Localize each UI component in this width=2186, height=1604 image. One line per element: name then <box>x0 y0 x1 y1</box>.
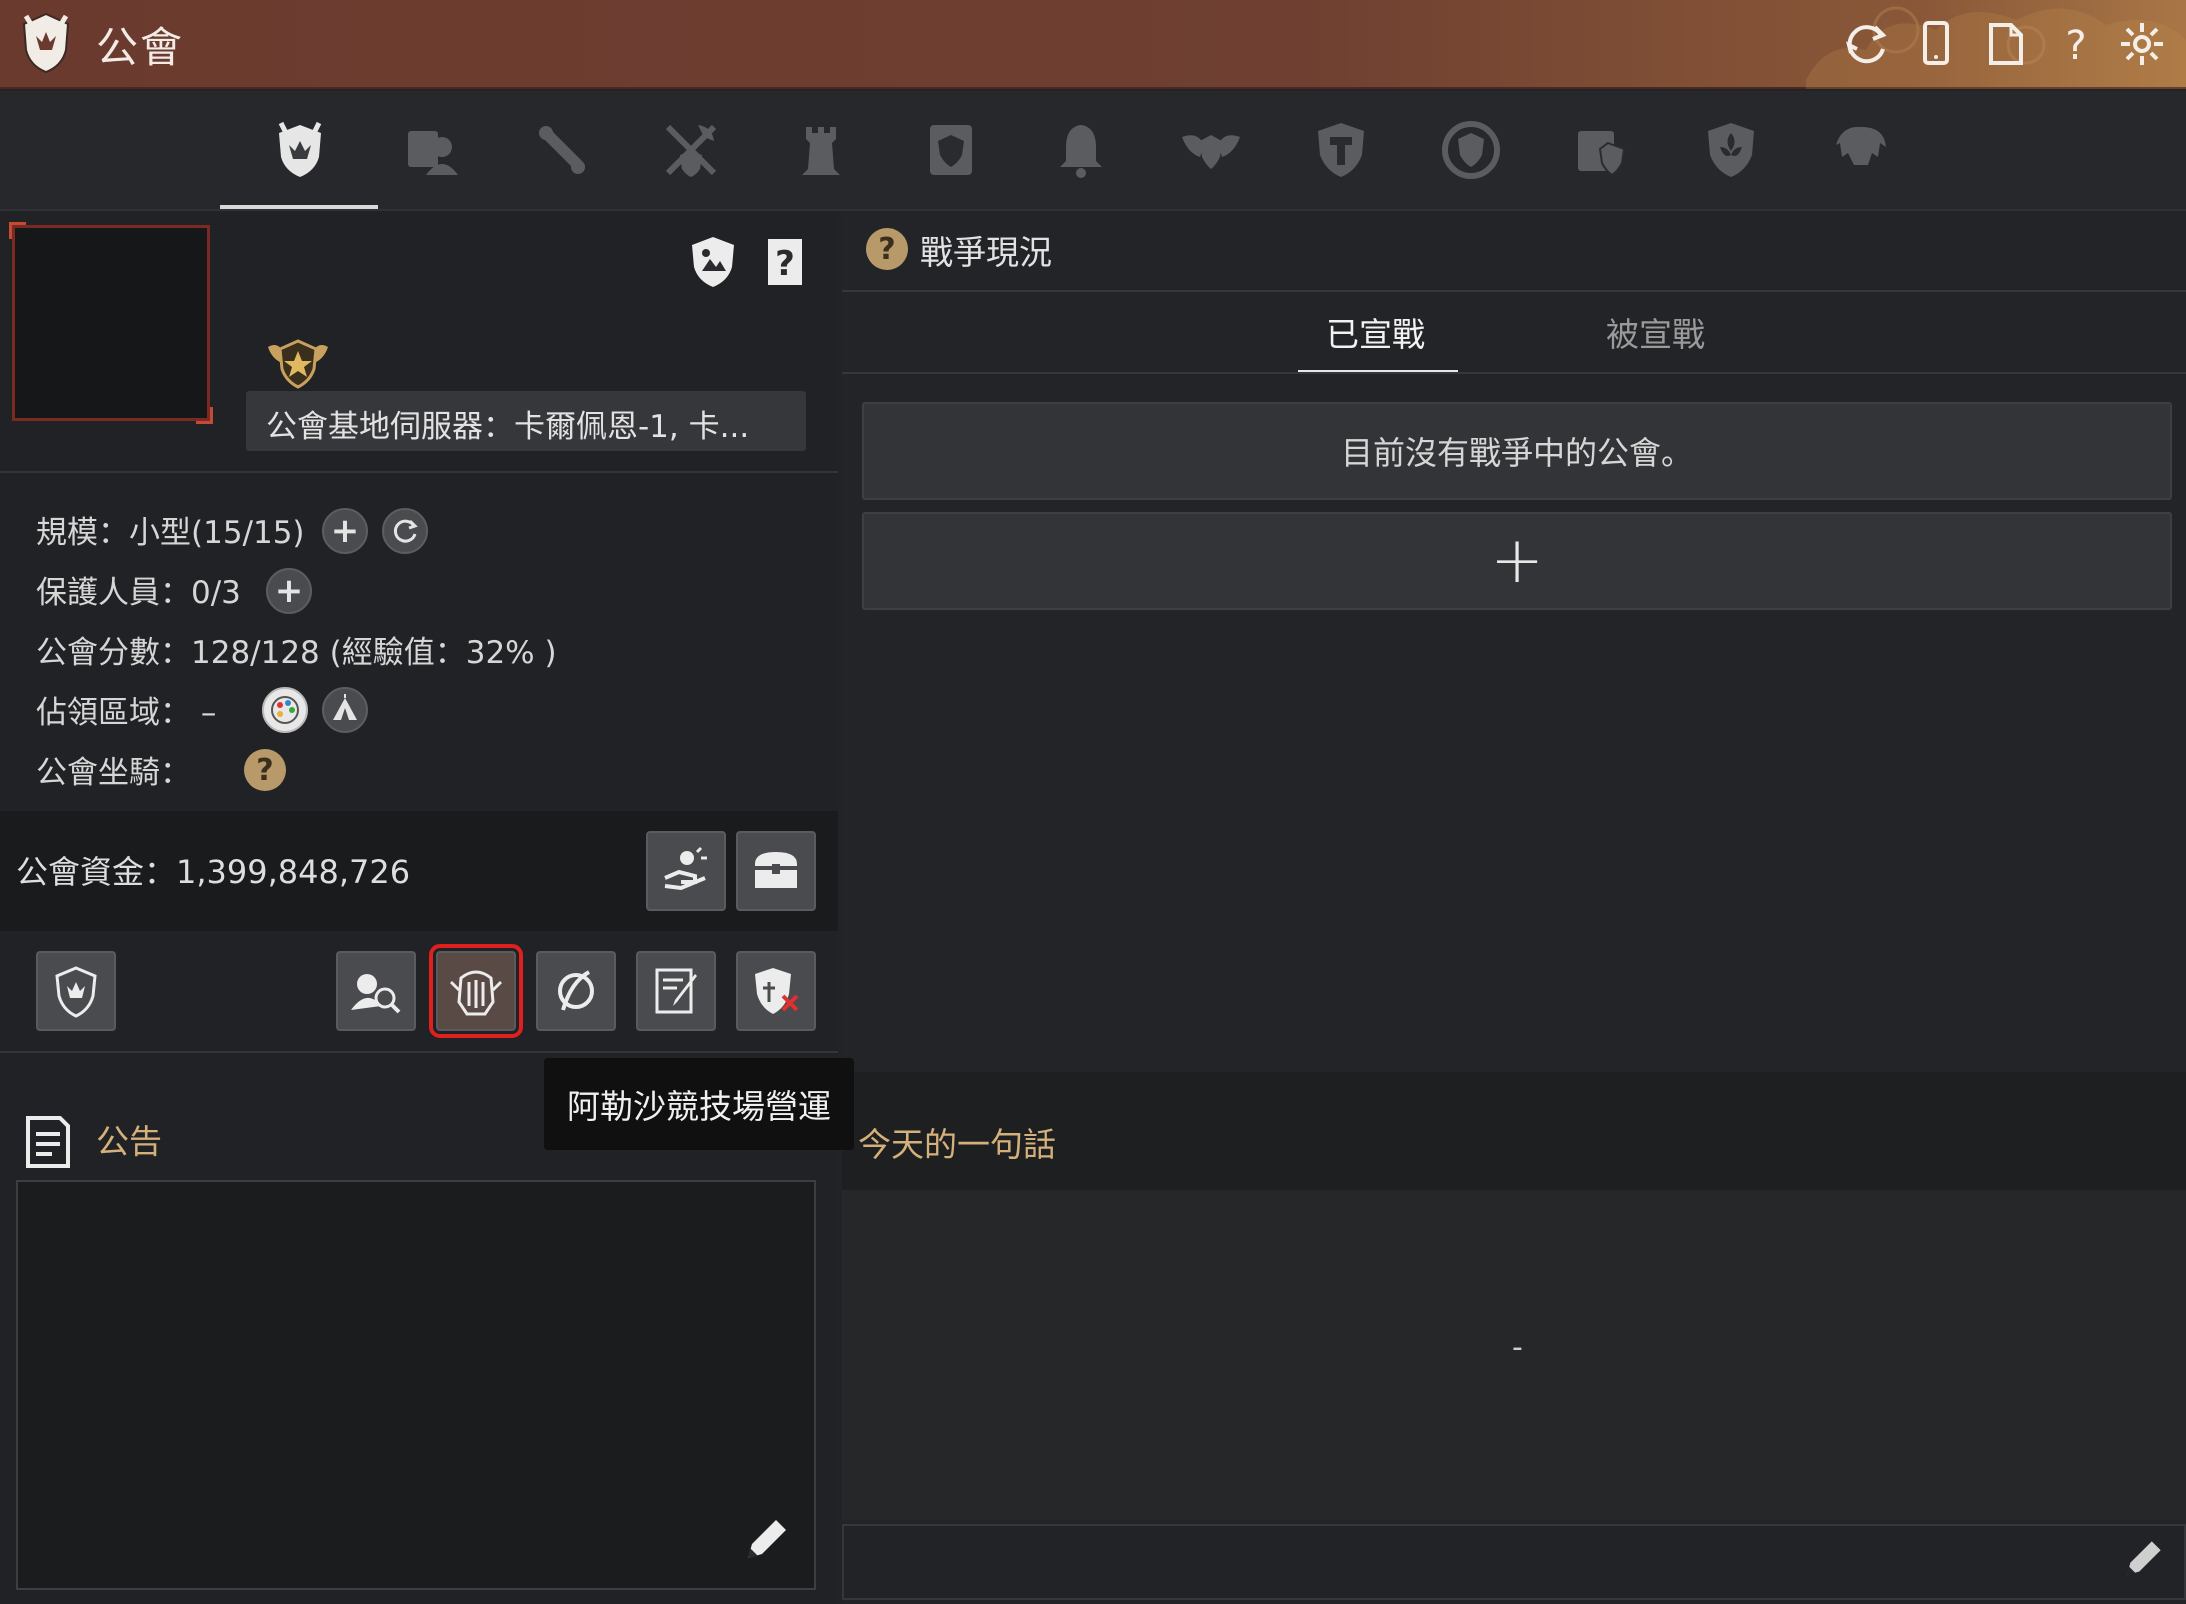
guild-protectors: 保護人員：0/3 <box>36 575 241 611</box>
guild-territory: 佔領區域： – <box>36 695 217 731</box>
tab-guild-notice[interactable] <box>912 111 990 189</box>
tab-guild-lily[interactable] <box>1692 111 1770 189</box>
tab-guild-war[interactable] <box>652 111 730 189</box>
guild-shield-icon <box>55 966 97 1018</box>
fleur-shield-icon <box>1708 123 1754 177</box>
tab-guild-emblem[interactable] <box>1432 111 1510 189</box>
camp-button[interactable] <box>322 687 368 733</box>
notice-scroll-icon <box>930 125 972 175</box>
quest-scroll-icon <box>539 126 585 174</box>
guild-shield-icon <box>278 121 322 177</box>
help-button[interactable]: ? <box>2046 14 2106 74</box>
contract-sign-icon <box>655 968 697 1014</box>
mercenary-icon <box>1836 126 1886 165</box>
mount-help-icon[interactable]: ? <box>244 749 286 791</box>
title-bar: 公會 ? <box>0 0 2186 89</box>
no-war-message: 目前沒有戰爭中的公會。 <box>862 402 2172 500</box>
help-icon: ? <box>2065 23 2086 69</box>
tab-guild-members[interactable] <box>392 111 470 189</box>
guild-emblem-button[interactable] <box>36 951 116 1031</box>
mobile-icon <box>1923 21 1949 65</box>
motto-title: 今天的一句話 <box>858 1125 1056 1164</box>
palette-icon <box>271 696 299 724</box>
notice-content <box>16 1180 816 1590</box>
divider <box>842 372 2186 374</box>
mobile-button[interactable] <box>1906 14 1966 74</box>
edit-notice-pencil-icon[interactable] <box>738 1514 792 1568</box>
arena-helmet-icon <box>449 970 503 1016</box>
svg-text:?: ? <box>775 244 795 284</box>
arena-tooltip: 阿勒沙競技場營運 <box>544 1058 854 1150</box>
page-icon <box>1989 23 2023 65</box>
tab-declared-war[interactable]: 已宣戰 <box>1326 308 1425 356</box>
notice-document-icon <box>26 1116 70 1168</box>
guild-tab-bar <box>0 91 2186 211</box>
refresh-scale-button[interactable] <box>382 508 428 554</box>
records-scroll-icon <box>1578 131 1626 177</box>
hammer-shield-icon <box>1318 123 1364 177</box>
guild-scale: 規模：小型(15/15) <box>36 515 305 551</box>
star-rank-icon <box>268 339 328 389</box>
declare-war-button[interactable]: + <box>862 512 2172 610</box>
motto-input-field[interactable] <box>842 1524 2186 1600</box>
guild-score: 公會分數：128/128 (經驗值：32% ) <box>36 635 557 671</box>
guild-mount: 公會坐騎： <box>36 755 191 791</box>
window-title: 公會 <box>96 23 185 72</box>
tab-received-war[interactable]: 被宣戰 <box>1606 308 1705 356</box>
settings-icon <box>2121 23 2163 65</box>
tab-guild-quest[interactable] <box>522 111 600 189</box>
divider <box>0 471 838 473</box>
tab-guild-mercenary[interactable] <box>1822 111 1900 189</box>
guild-territory-shield-icon[interactable] <box>684 233 742 291</box>
tab-guild-tower[interactable] <box>782 111 860 189</box>
crossed-axes-icon <box>665 124 717 177</box>
refresh-icon <box>393 519 418 543</box>
member-search-button[interactable] <box>336 951 416 1031</box>
laurel-emblem-icon <box>1442 121 1500 179</box>
refresh-button[interactable] <box>1836 14 1896 74</box>
guild-emblem-frame[interactable] <box>9 222 213 424</box>
increase-scale-button[interactable]: + <box>322 508 368 554</box>
donate-funds-button[interactable] <box>646 831 726 911</box>
search-member-icon <box>351 974 401 1014</box>
tab-guild-alliance[interactable] <box>1172 111 1250 189</box>
war-status-title: 戰爭現況 <box>920 233 1052 272</box>
refresh-icon <box>1846 25 1887 64</box>
tab-guild-crafting[interactable] <box>1302 111 1380 189</box>
divider <box>842 290 2186 292</box>
feather-icon <box>558 970 594 1011</box>
arsha-arena-button[interactable] <box>429 944 523 1038</box>
guild-funds: 公會資金：1,399,848,726 <box>16 853 411 891</box>
guild-help-book-icon[interactable]: ? <box>756 233 814 291</box>
leave-guild-button[interactable] <box>736 951 816 1031</box>
guild-contract-button[interactable] <box>636 951 716 1031</box>
tab-guild-alert[interactable] <box>1042 111 1120 189</box>
bell-icon <box>1060 125 1102 178</box>
chest-icon <box>755 852 797 888</box>
guild-skill-button[interactable] <box>536 951 616 1031</box>
edit-motto-pencil-icon[interactable] <box>2118 1536 2166 1584</box>
tab-guild-records[interactable] <box>1562 111 1640 189</box>
donate-hand-icon <box>664 846 707 891</box>
settings-button[interactable] <box>2112 14 2172 74</box>
svg-text:?: ? <box>2065 23 2086 69</box>
page-button[interactable] <box>1976 14 2036 74</box>
add-protector-button[interactable]: + <box>266 568 312 614</box>
members-scroll-icon <box>408 131 458 175</box>
palette-button[interactable] <box>262 687 308 733</box>
active-tab-indicator <box>220 205 378 209</box>
camp-tent-icon <box>333 694 357 720</box>
alliance-wings-icon <box>1182 135 1240 169</box>
guild-base-server: 公會基地伺服器：卡爾佩恩-1, 卡... <box>246 391 806 451</box>
guild-shield-icon <box>22 12 70 74</box>
war-help-icon[interactable]: ? <box>866 228 908 270</box>
tower-icon <box>802 127 840 175</box>
motto-content: - <box>1512 1330 1523 1365</box>
guild-storage-button[interactable] <box>736 831 816 911</box>
tab-guild-info[interactable] <box>261 111 339 189</box>
shield-x-icon <box>755 968 799 1014</box>
notice-title: 公告 <box>96 1122 162 1161</box>
divider <box>0 1051 838 1053</box>
